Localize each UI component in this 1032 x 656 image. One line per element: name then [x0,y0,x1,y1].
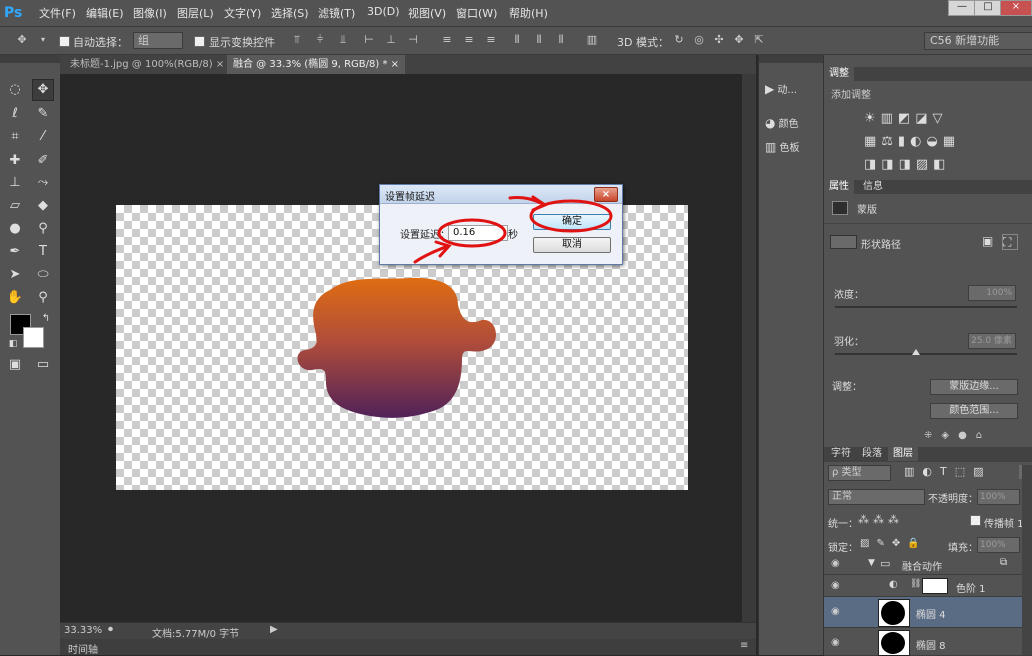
annotation-arrow-input [413,240,452,264]
annotation-overlay [413,195,613,264]
annotation-arrow-ok [508,195,549,212]
annotation-circle-input [437,218,507,248]
